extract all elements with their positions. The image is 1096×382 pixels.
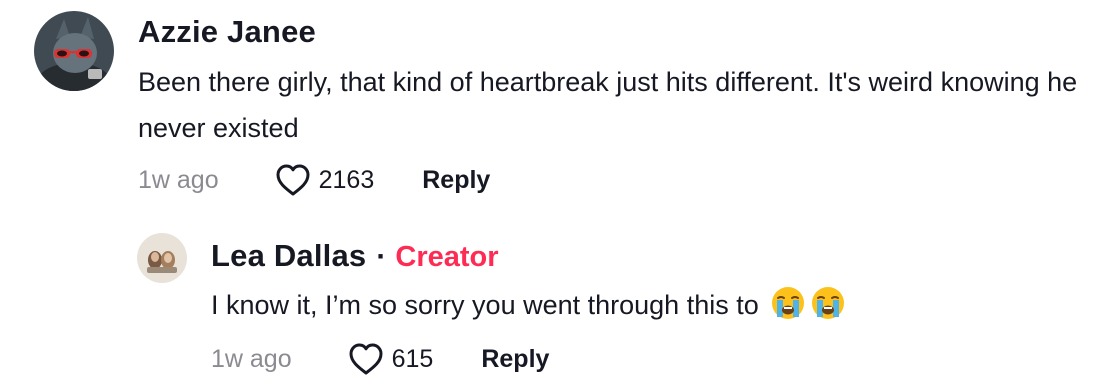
reply-button[interactable]: Reply (422, 166, 490, 195)
like-count: 2163 (318, 165, 375, 194)
comment-text: I know it, I’m so sorry you went through… (211, 282, 1081, 328)
comment-text: Been there girly, that kind of heartbrea… (138, 67, 1078, 143)
comment-text-content: I know it, I’m so sorry you went through… (211, 290, 759, 320)
like-button[interactable]: 615 (348, 342, 434, 376)
comment-actions: 1w ago 615 Reply (211, 342, 549, 376)
heart-outline-icon (276, 164, 310, 196)
comment-timestamp: 1w ago (138, 165, 219, 194)
reply-header: Lea Dallas · Creator (211, 238, 499, 274)
comment-username[interactable]: Lea Dallas (211, 238, 366, 274)
comment-actions: 1w ago 2163 Reply (138, 163, 490, 197)
comment-username[interactable]: Azzie Janee (138, 14, 316, 50)
reply-button[interactable]: Reply (481, 345, 549, 374)
comment-timestamp: 1w ago (211, 344, 292, 373)
creator-avatar[interactable] (137, 233, 187, 283)
loudly-crying-face-icon (810, 285, 846, 321)
loudly-crying-face-icon (770, 285, 806, 321)
like-count: 615 (391, 344, 434, 373)
heart-outline-icon (349, 343, 383, 375)
creator-badge: Creator (395, 241, 499, 273)
commenter-avatar[interactable] (34, 11, 114, 91)
like-button[interactable]: 2163 (275, 163, 375, 197)
separator-dot: · (376, 240, 387, 273)
